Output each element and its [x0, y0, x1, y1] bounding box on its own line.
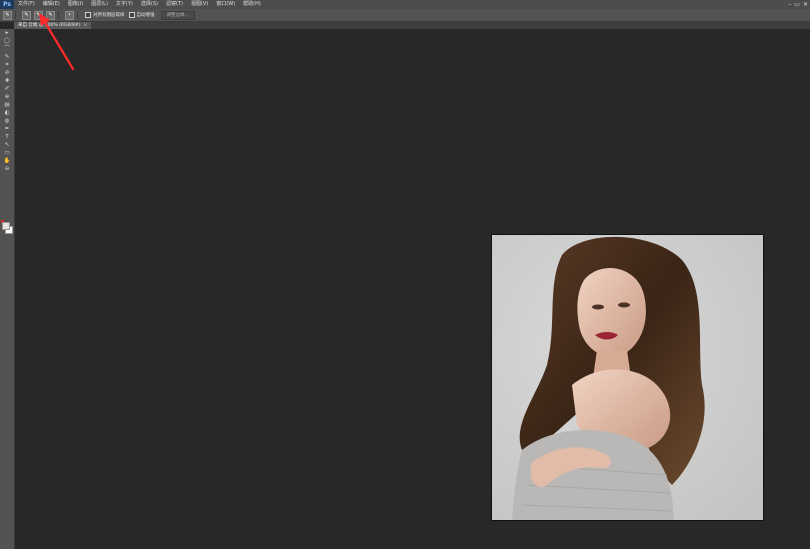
pen-tool-icon[interactable]: ✒: [2, 126, 12, 133]
shape-tool-icon[interactable]: ▭: [2, 150, 12, 157]
options-bar: ✎ ✎ ✎ ✎ • 对所有图层取样 自动增强 调整边缘...: [0, 9, 810, 22]
menu-select[interactable]: 选择(S): [137, 0, 162, 9]
close-button[interactable]: ✕: [803, 0, 808, 9]
divider: [15, 11, 16, 19]
brush-tool-icon[interactable]: ✐: [2, 86, 12, 93]
menu-view[interactable]: 视图(V): [187, 0, 212, 9]
menu-help[interactable]: 帮助(H): [239, 0, 265, 9]
menu-edit[interactable]: 编辑(E): [39, 0, 64, 9]
refine-edge-button[interactable]: 调整边缘...: [160, 10, 195, 20]
menu-layer[interactable]: 图层(L): [87, 0, 112, 9]
type-tool-icon[interactable]: T: [2, 134, 12, 141]
hand-tool-icon[interactable]: ✋: [2, 158, 12, 165]
auto-enhance-label: 自动增强: [136, 13, 155, 18]
quick-selection-tool-icon[interactable]: ✎: [2, 54, 12, 61]
menu-type[interactable]: 文字(Y): [112, 0, 137, 9]
foreground-color-swatch[interactable]: [2, 222, 10, 230]
path-selection-tool-icon[interactable]: ↖: [2, 142, 12, 149]
menu-image[interactable]: 图像(I): [64, 0, 87, 9]
eyedropper-tool-icon[interactable]: ⊘: [2, 70, 12, 77]
history-brush-tool-icon[interactable]: ▤: [2, 102, 12, 109]
menu-file[interactable]: 文件(F): [14, 0, 39, 9]
document-tab-bar: 来自 云端 @ 100% (RGB/8#) ×: [14, 22, 810, 29]
quick-selection-tool-icon[interactable]: ✎: [3, 10, 12, 20]
move-tool-icon[interactable]: ▸: [2, 30, 12, 37]
menu-bar: Ps 文件(F) 编辑(E) 图像(I) 图层(L) 文字(Y) 选择(S) 滤…: [0, 0, 810, 9]
portrait-photo: [492, 235, 763, 520]
gradient-tool-icon[interactable]: ◍: [2, 118, 12, 125]
annotation-arrow: [39, 13, 75, 71]
clone-stamp-tool-icon[interactable]: ⊕: [2, 94, 12, 101]
auto-enhance-checkbox[interactable]: [128, 12, 135, 18]
photoshop-logo: Ps: [0, 0, 14, 9]
minimize-button[interactable]: –: [788, 0, 791, 9]
sample-all-layers-label: 对所有图层取样: [93, 13, 125, 18]
zoom-tool-icon[interactable]: ⊖: [2, 166, 12, 173]
menu-filter[interactable]: 滤镜(T): [162, 0, 187, 9]
window-controls: – ▭ ✕: [788, 0, 808, 9]
sample-all-layers-checkbox[interactable]: [85, 12, 91, 18]
lasso-tool-icon[interactable]: ⌒: [2, 46, 12, 53]
restore-button[interactable]: ▭: [794, 0, 800, 9]
tools-panel: ▸ ◯ ⌒ ✎ ⌗ ⊘ ✚ ✐ ⊕ ▤ ◐ ◍ ✒ T ↖ ▭ ✋ ⊖: [0, 29, 15, 549]
healing-brush-tool-icon[interactable]: ✚: [2, 78, 12, 85]
marquee-tool-icon[interactable]: ◯: [2, 38, 12, 45]
document-canvas[interactable]: [491, 234, 764, 521]
new-selection-icon[interactable]: ✎: [22, 10, 31, 20]
crop-tool-icon[interactable]: ⌗: [2, 62, 12, 69]
menu-window[interactable]: 窗口(W): [212, 0, 239, 9]
eraser-tool-icon[interactable]: ◐: [2, 110, 12, 117]
close-icon[interactable]: ×: [83, 23, 87, 28]
